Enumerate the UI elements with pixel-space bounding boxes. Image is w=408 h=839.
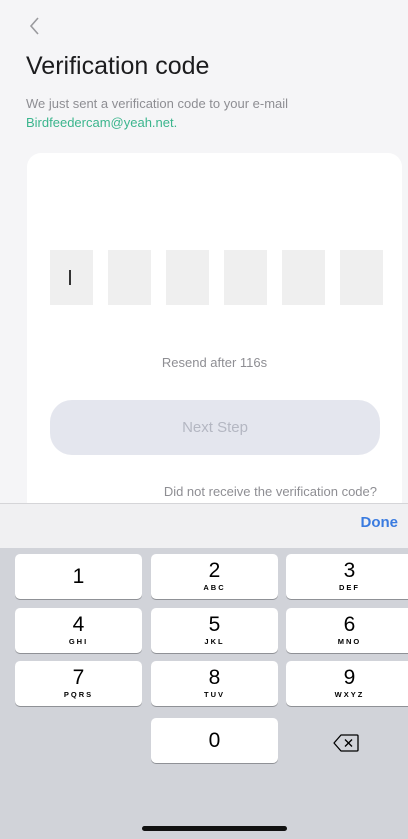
key-digit: 4 xyxy=(72,613,85,636)
no-code-link[interactable]: Did not receive the verification code? xyxy=(164,484,377,499)
code-digit-box[interactable] xyxy=(282,250,325,305)
next-step-button[interactable]: Next Step xyxy=(50,400,380,455)
key-digit: 7 xyxy=(72,666,85,689)
code-digit-box[interactable] xyxy=(166,250,209,305)
key-7[interactable]: 7 PQRS xyxy=(15,661,142,706)
backspace-icon[interactable] xyxy=(333,734,359,752)
key-letters: GHI xyxy=(68,637,89,646)
code-digit-box[interactable] xyxy=(224,250,267,305)
back-button[interactable] xyxy=(26,14,46,40)
code-digit-box[interactable] xyxy=(340,250,383,305)
key-letters: WXYZ xyxy=(334,690,365,699)
page-title: Verification code xyxy=(26,52,210,80)
key-digit: 3 xyxy=(343,559,356,582)
code-digit-box[interactable] xyxy=(50,250,93,305)
key-letters: DEF xyxy=(339,583,360,592)
code-input-row[interactable] xyxy=(50,250,383,305)
keyboard-accessory-bar: Done xyxy=(0,503,408,548)
subtitle-text: We just sent a verification code to your… xyxy=(26,96,289,111)
key-digit: 1 xyxy=(72,565,85,588)
page-subtitle: We just sent a verification code to your… xyxy=(26,94,386,132)
key-6[interactable]: 6 MNO xyxy=(286,608,408,653)
key-9[interactable]: 9 WXYZ xyxy=(286,661,408,706)
key-letters: JKL xyxy=(204,637,225,646)
email-address: Birdfeedercam@yeah.net. xyxy=(26,115,178,130)
key-letters: MNO xyxy=(337,637,362,646)
key-letters: PQRS xyxy=(63,690,94,699)
key-0[interactable]: 0 xyxy=(151,718,278,763)
verification-card: Resend after 116s Next Step Did not rece… xyxy=(27,153,402,515)
resend-timer: Resend after 116s xyxy=(161,355,268,370)
code-digit-box[interactable] xyxy=(108,250,151,305)
key-8[interactable]: 8 TUV xyxy=(151,661,278,706)
key-digit: 8 xyxy=(208,666,221,689)
home-indicator xyxy=(142,826,287,831)
numeric-keypad: 1 2 ABC 3 DEF 4 GHI 5 JKL 6 MNO 7 PQRS 8… xyxy=(0,548,408,839)
key-digit: 6 xyxy=(343,613,356,636)
chevron-left-icon xyxy=(29,17,39,35)
key-digit: 9 xyxy=(343,666,356,689)
key-3[interactable]: 3 DEF xyxy=(286,554,408,599)
key-2[interactable]: 2 ABC xyxy=(151,554,278,599)
key-5[interactable]: 5 JKL xyxy=(151,608,278,653)
key-letters: TUV xyxy=(204,690,225,699)
key-1[interactable]: 1 xyxy=(15,554,142,599)
key-4[interactable]: 4 GHI xyxy=(15,608,142,653)
key-digit: 2 xyxy=(208,559,221,582)
key-digit: 5 xyxy=(208,613,221,636)
key-digit: 0 xyxy=(208,729,221,752)
done-button[interactable]: Done xyxy=(361,514,399,531)
key-letters: ABC xyxy=(203,583,226,592)
